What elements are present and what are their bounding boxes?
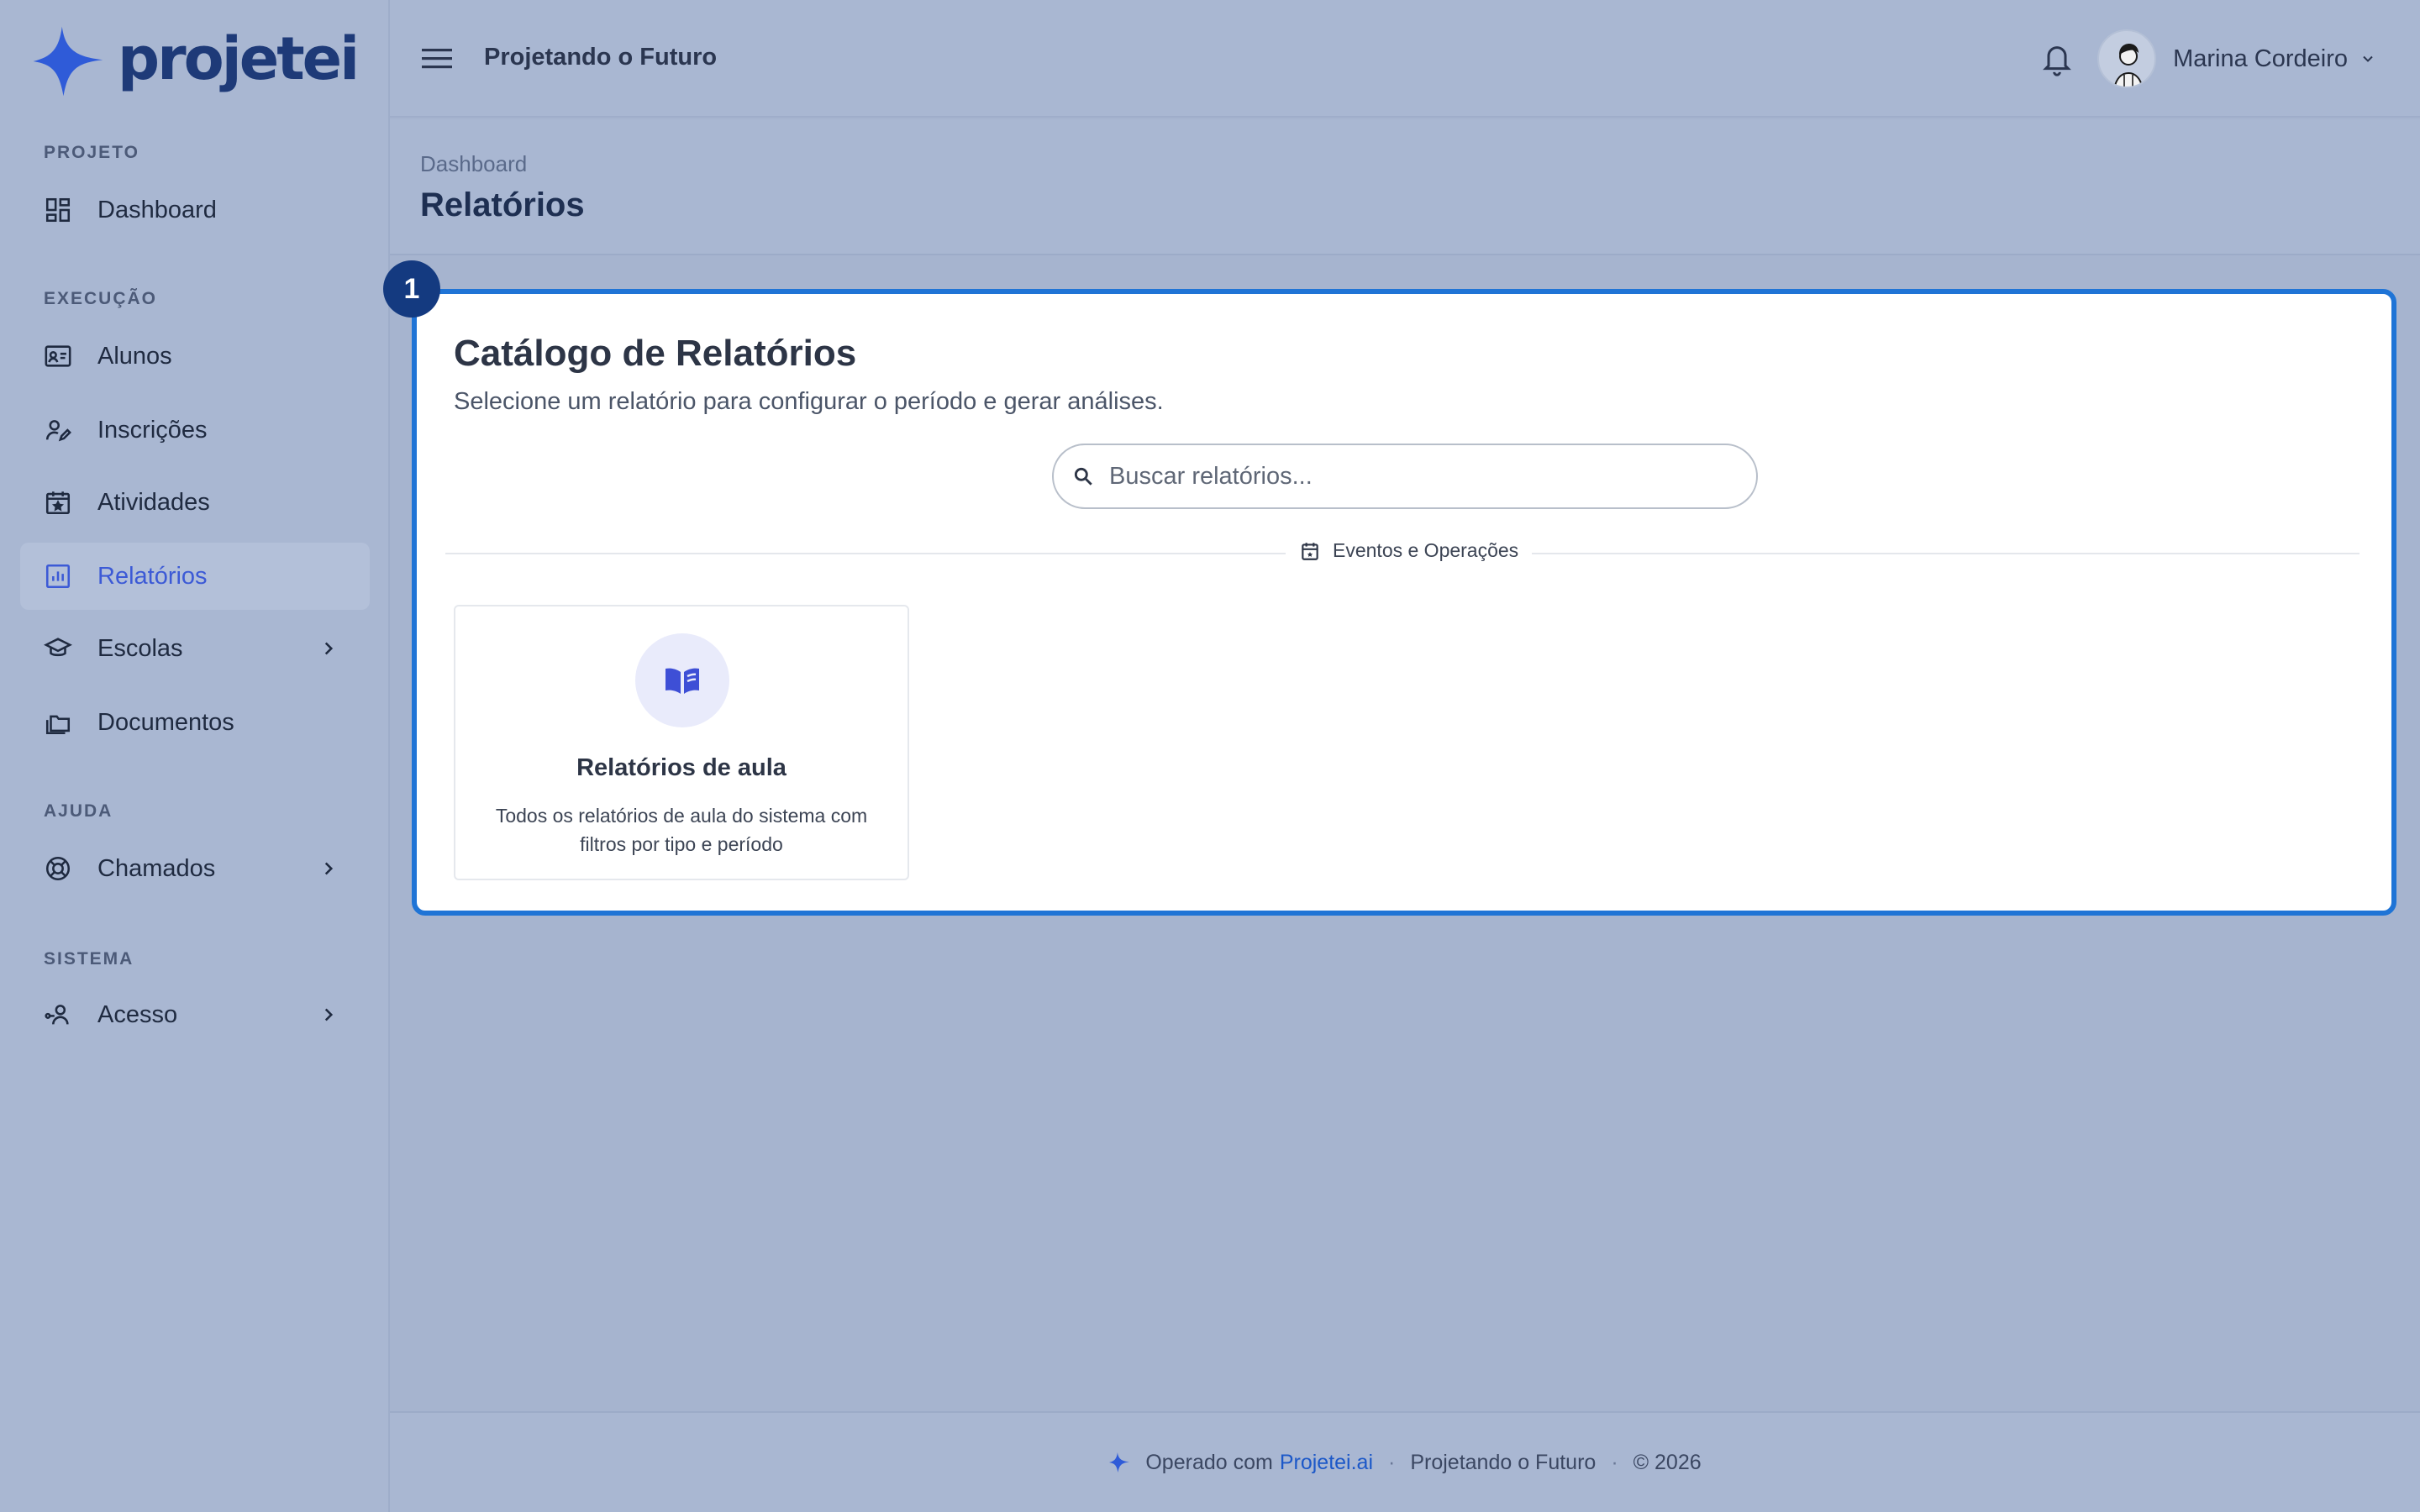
sidebar-item-atividades[interactable]: Atividades [20,469,370,536]
calendar-star-icon [45,491,71,515]
separator-dot: · [1388,1450,1396,1474]
star-logo-icon [1109,1452,1130,1473]
sidebar-item-label: Relatórios [97,562,208,590]
sidebar-item-chamados[interactable]: Chamados [20,835,370,902]
star-logo-icon [33,26,103,97]
sidebar-item-escolas[interactable]: Escolas [20,615,370,682]
user-key-icon [45,1005,69,1025]
sidebar-item-label: Chamados [97,854,216,882]
group-label-text: Eventos e Operações [1333,539,1519,561]
bell-icon[interactable] [2040,40,2074,77]
sidebar-item-documentos[interactable]: Documentos [20,689,370,756]
footer-org: Projetando o Futuro [1410,1450,1597,1474]
user-name: Marina Cordeiro [2173,45,2348,72]
footer-prefix: Operado com [1145,1450,1273,1474]
page-header: Dashboard Relatórios [390,119,2420,255]
bar-chart-icon [45,564,71,589]
sidebar-item-alunos[interactable]: Alunos [20,323,370,390]
sidebar-item-label: Alunos [97,342,172,370]
report-description: Todos os relatórios de aula do sistema c… [495,805,868,855]
tile-icon-circle [635,633,729,727]
footer-copyright: © 2026 [1633,1450,1702,1474]
footer-link-projetei[interactable]: Projetei.ai [1280,1451,1373,1475]
report-catalog-card: Catálogo de Relatórios Selecione um rela… [412,289,2396,916]
separator-dot: · [1611,1450,1618,1474]
graduation-cap-icon [44,638,72,657]
sidebar-item-inscricoes[interactable]: Inscrições [20,396,370,464]
sidebar-item-acesso[interactable]: Acesso [20,981,370,1048]
lifebuoy-icon [45,856,71,881]
sidebar-item-dashboard[interactable]: Dashboard [20,176,370,244]
sidebar-item-label: Atividades [97,488,210,516]
chevron-down-icon [2363,55,2373,62]
section-ajuda: AJUDA [44,801,113,821]
dashboard-grid-icon [45,197,71,223]
folders-icon [45,715,71,735]
sidebar-item-label: Acesso [97,1000,178,1028]
calendar-icon [1302,542,1318,560]
sidebar-item-relatorios[interactable]: Relatórios [20,543,370,610]
sidebar: projetei PROJETO Dashboard EXECUÇÃO Alun… [0,0,390,1512]
sidebar-item-label: Escolas [97,634,183,662]
brand-logo[interactable]: projetei [30,24,360,99]
report-tile-relatorios-de-aula[interactable]: Relatórios de aula Todos os relatórios d… [454,605,909,880]
breadcrumb-dashboard[interactable]: Dashboard [420,151,527,177]
page-title: Relatórios [420,186,585,223]
id-card-icon [45,345,71,367]
brand-name: projetei [118,24,360,93]
chevron-right-icon [324,862,334,875]
footer: Operado com Projetei.ai · Projetando o F… [390,1411,2420,1512]
sidebar-item-label: Documentos [97,708,234,736]
sidebar-item-label: Dashboard [97,196,217,223]
chevron-right-icon [324,642,334,655]
step-badge: 1 [383,260,440,318]
search-input[interactable] [1109,462,1731,491]
user-edit-icon [45,420,71,442]
chevron-right-icon [324,1008,334,1021]
book-open-icon [666,668,699,694]
report-title: Relatórios de aula [576,754,786,781]
section-projeto: PROJETO [44,143,139,162]
catalog-title: Catálogo de Relatórios [454,333,857,374]
top-bar: Projetando o Futuro Marina Cordeiro [390,0,2420,118]
catalog-subtitle: Selecione um relatório para configurar o… [454,388,1164,415]
section-execucao: EXECUÇÃO [44,289,158,308]
organization-title: Projetando o Futuro [484,44,718,71]
group-label: Eventos e Operações [1286,539,1533,562]
sidebar-item-label: Inscrições [97,416,208,444]
search-icon [1074,467,1092,486]
search-box [1052,444,1758,509]
menu-icon[interactable] [420,44,454,74]
user-menu[interactable]: Marina Cordeiro [2097,29,2376,89]
section-sistema: SISTEMA [44,949,134,969]
avatar [2097,29,2157,88]
